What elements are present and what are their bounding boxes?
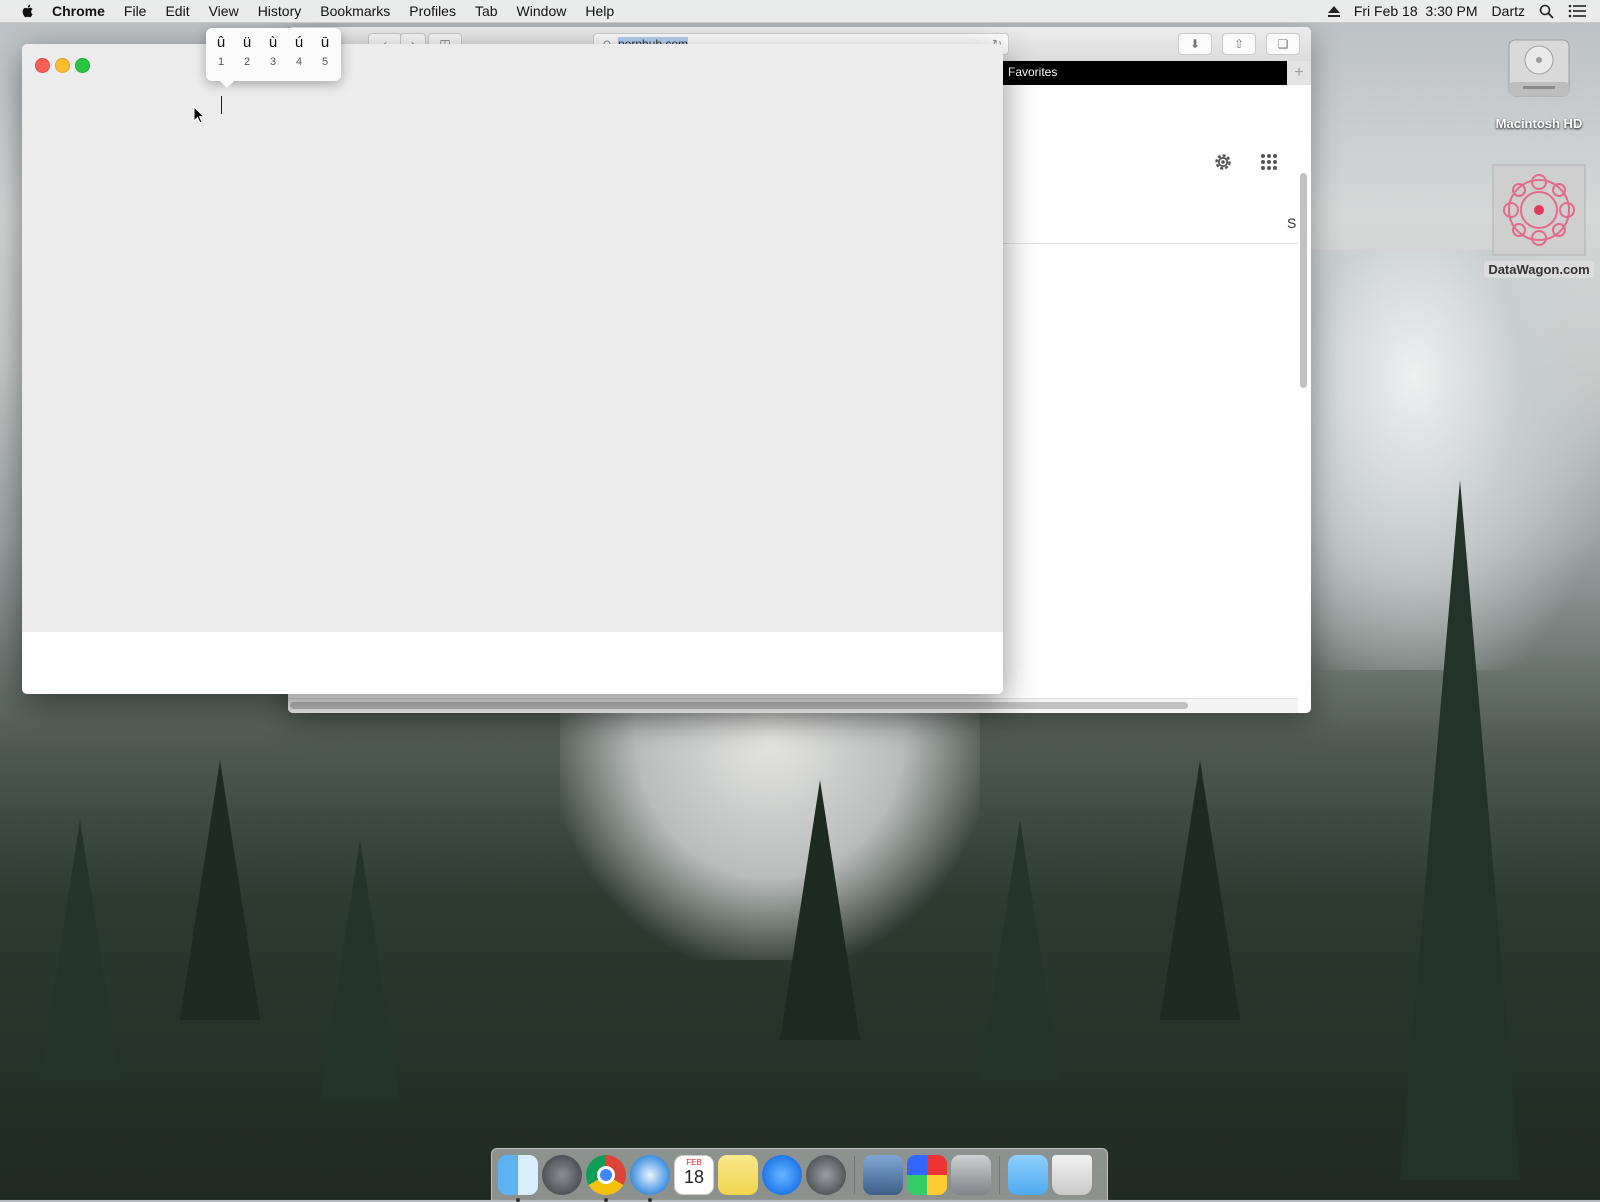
accent-option-2[interactable]: ü 2 [234, 34, 260, 68]
accent-char: ū [320, 34, 330, 51]
window-content-area[interactable] [22, 44, 1003, 632]
trash-icon[interactable] [1052, 1154, 1092, 1195]
menu-view[interactable]: View [209, 3, 239, 19]
desktop-tree [320, 840, 400, 1100]
safari-icon[interactable] [630, 1154, 670, 1202]
accent-option-3[interactable]: ù 3 [260, 34, 286, 68]
notification-center-icon[interactable] [1568, 4, 1586, 18]
system-preferences-icon[interactable] [806, 1154, 846, 1195]
share-button[interactable]: ⇧ [1222, 33, 1256, 55]
settings-icon[interactable] [1210, 149, 1236, 175]
menu-help[interactable]: Help [585, 3, 614, 19]
menu-app-name[interactable]: Chrome [52, 3, 105, 19]
downloads-folder-icon[interactable] [1008, 1154, 1048, 1195]
menu-edit[interactable]: Edit [165, 3, 189, 19]
dock: FEB 18 [491, 1148, 1108, 1202]
accent-number: 2 [243, 56, 251, 68]
app-store-icon[interactable] [762, 1154, 802, 1195]
accent-number: 1 [217, 56, 225, 68]
desktop-icon-datawagon[interactable]: DataWagon.com [1474, 164, 1600, 279]
calendar-icon[interactable]: FEB 18 [674, 1154, 714, 1195]
finder-icon[interactable] [498, 1154, 538, 1202]
desktop-tree [1160, 760, 1240, 1020]
menu-bar: Chrome File Edit View History Bookmarks … [0, 0, 1600, 23]
desktop-tree [180, 760, 260, 1020]
desktop-tree [1400, 480, 1520, 1180]
horizontal-scrollbar[interactable] [288, 698, 1298, 713]
notes-icon[interactable] [718, 1154, 758, 1195]
accent-char: ü [242, 34, 252, 51]
menu-window[interactable]: Window [517, 3, 567, 19]
tab-favorites[interactable]: Favorites [1008, 65, 1057, 79]
accent-char: ù [268, 34, 278, 51]
desktop-tree [40, 820, 120, 1080]
text-caret [221, 96, 222, 114]
accent-char: ú [294, 34, 304, 51]
vertical-scrollbar[interactable] [1300, 173, 1307, 388]
accent-number: 5 [321, 56, 329, 68]
launchpad-icon[interactable] [542, 1154, 582, 1195]
desktop-icon-label: DataWagon.com [1484, 261, 1594, 278]
menu-history[interactable]: History [258, 3, 302, 19]
accent-number: 4 [295, 56, 303, 68]
apps-grid-icon[interactable] [1256, 149, 1282, 175]
calendar-day: 18 [683, 1166, 705, 1187]
spotlight-search-icon[interactable] [1539, 4, 1554, 19]
tabs-overview-button[interactable]: ❏ [1266, 33, 1300, 55]
minimize-button[interactable] [55, 58, 70, 73]
color-picker-icon[interactable] [907, 1154, 947, 1195]
new-tab-button[interactable]: + [1287, 61, 1311, 85]
close-button[interactable] [35, 58, 50, 73]
menu-bookmarks[interactable]: Bookmarks [320, 3, 390, 19]
menu-file[interactable]: File [124, 3, 147, 19]
desktop-tree [780, 780, 860, 1040]
menu-profiles[interactable]: Profiles [409, 3, 456, 19]
dock-separator [999, 1155, 1000, 1194]
accent-option-4[interactable]: ú 4 [286, 34, 312, 68]
desktop-icon-label: Macintosh HD [1495, 116, 1583, 131]
accent-option-1[interactable]: û 1 [208, 34, 234, 68]
accent-number: 3 [269, 56, 277, 68]
menu-tab[interactable]: Tab [475, 3, 498, 19]
downloads-button[interactable]: ⬇ [1178, 33, 1212, 55]
foreground-window [22, 44, 1003, 694]
screenshot-utility-icon[interactable] [951, 1154, 991, 1195]
preview-icon[interactable] [863, 1154, 903, 1195]
page-partial-text: S [1287, 215, 1297, 231]
desktop-tree [980, 820, 1060, 1080]
calendar-month: FEB [686, 1157, 702, 1167]
chrome-icon[interactable] [586, 1154, 626, 1202]
zoom-button[interactable] [75, 58, 90, 73]
mouse-pointer-icon [193, 106, 205, 124]
accent-option-5[interactable]: ū 5 [312, 34, 338, 68]
menu-clock[interactable]: Fri Feb 18 3:30 PM [1354, 3, 1478, 19]
eject-icon[interactable] [1327, 5, 1340, 17]
menu-bar-status: Fri Feb 18 3:30 PM Dartz [1327, 0, 1600, 22]
horizontal-scrollbar-thumb[interactable] [290, 702, 1188, 709]
desktop-icon-macintosh-hd[interactable]: Macintosh HD [1484, 34, 1594, 133]
apple-icon[interactable] [20, 3, 36, 19]
datawagon-file-icon [1492, 164, 1586, 256]
hard-drive-icon [1508, 39, 1570, 97]
dock-separator [854, 1155, 855, 1194]
accent-char: û [216, 34, 226, 51]
menu-user[interactable]: Dartz [1492, 3, 1525, 19]
accent-character-popover: û 1 ü 2 ù 3 ú 4 ū 5 [206, 28, 341, 88]
